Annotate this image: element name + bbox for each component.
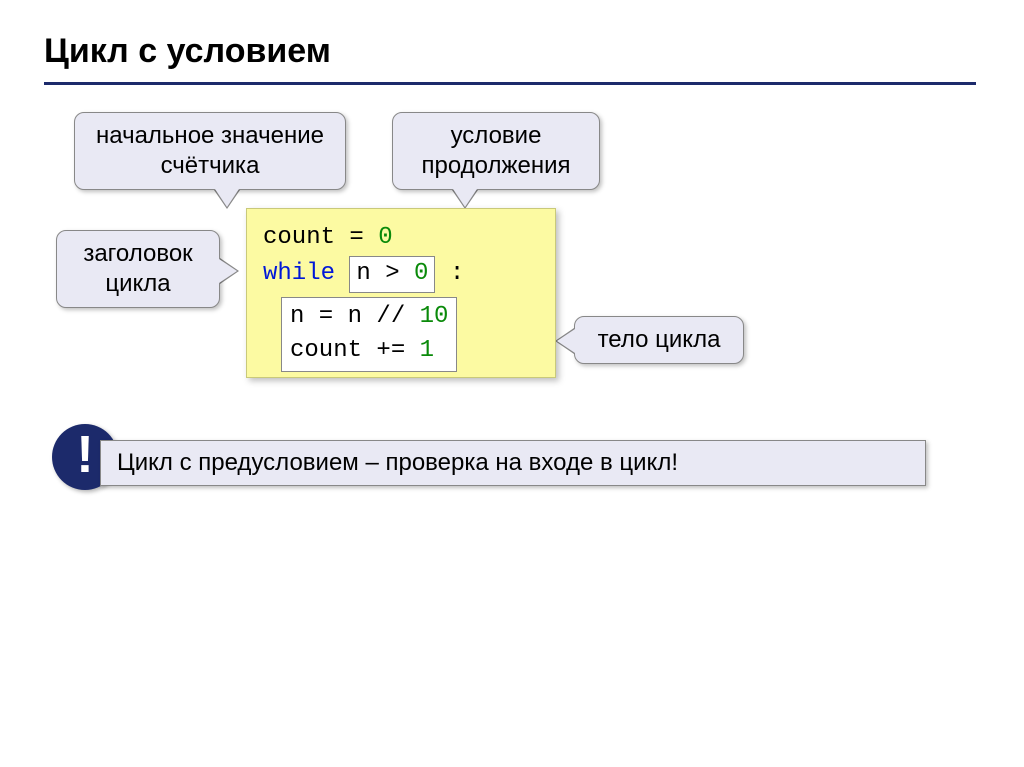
callout-loop-header: заголовок цикла	[56, 230, 220, 308]
code-number: 0	[378, 224, 392, 251]
code-number: 1	[420, 337, 434, 364]
code-line-2: while n > 0 :	[263, 256, 539, 293]
body-text: count +=	[290, 337, 420, 364]
code-line-1: count = 0	[263, 221, 539, 256]
code-op: =	[335, 224, 378, 251]
callout-text: условие продолжения	[421, 122, 570, 179]
code-line-4: count += 1	[290, 334, 448, 369]
callout-text: начальное значение счётчика	[96, 122, 324, 179]
loop-body-box: n = n // 10 count += 1	[281, 297, 457, 373]
title-underline	[44, 82, 976, 85]
cond-text: n >	[356, 260, 414, 287]
code-block: count = 0 while n > 0 : n = n // 10 coun…	[246, 208, 556, 378]
note-precondition: Цикл с предусловием – проверка на входе …	[100, 440, 926, 486]
condition-box: n > 0	[349, 256, 435, 293]
code-ident: count	[263, 224, 335, 251]
code-number: 0	[414, 260, 428, 287]
callout-condition: условие продолжения	[392, 112, 600, 190]
code-line-3: n = n // 10	[290, 300, 448, 335]
callout-loop-body: тело цикла	[574, 316, 744, 364]
code-number: 10	[420, 303, 449, 330]
callout-initial-value: начальное значение счётчика	[74, 112, 346, 190]
code-keyword: while	[263, 260, 335, 287]
callout-text: тело цикла	[598, 326, 721, 353]
page-title: Цикл с условием	[44, 32, 331, 71]
code-colon: :	[435, 260, 464, 287]
body-text: n = n //	[290, 303, 420, 330]
callout-text: заголовок цикла	[83, 240, 192, 297]
